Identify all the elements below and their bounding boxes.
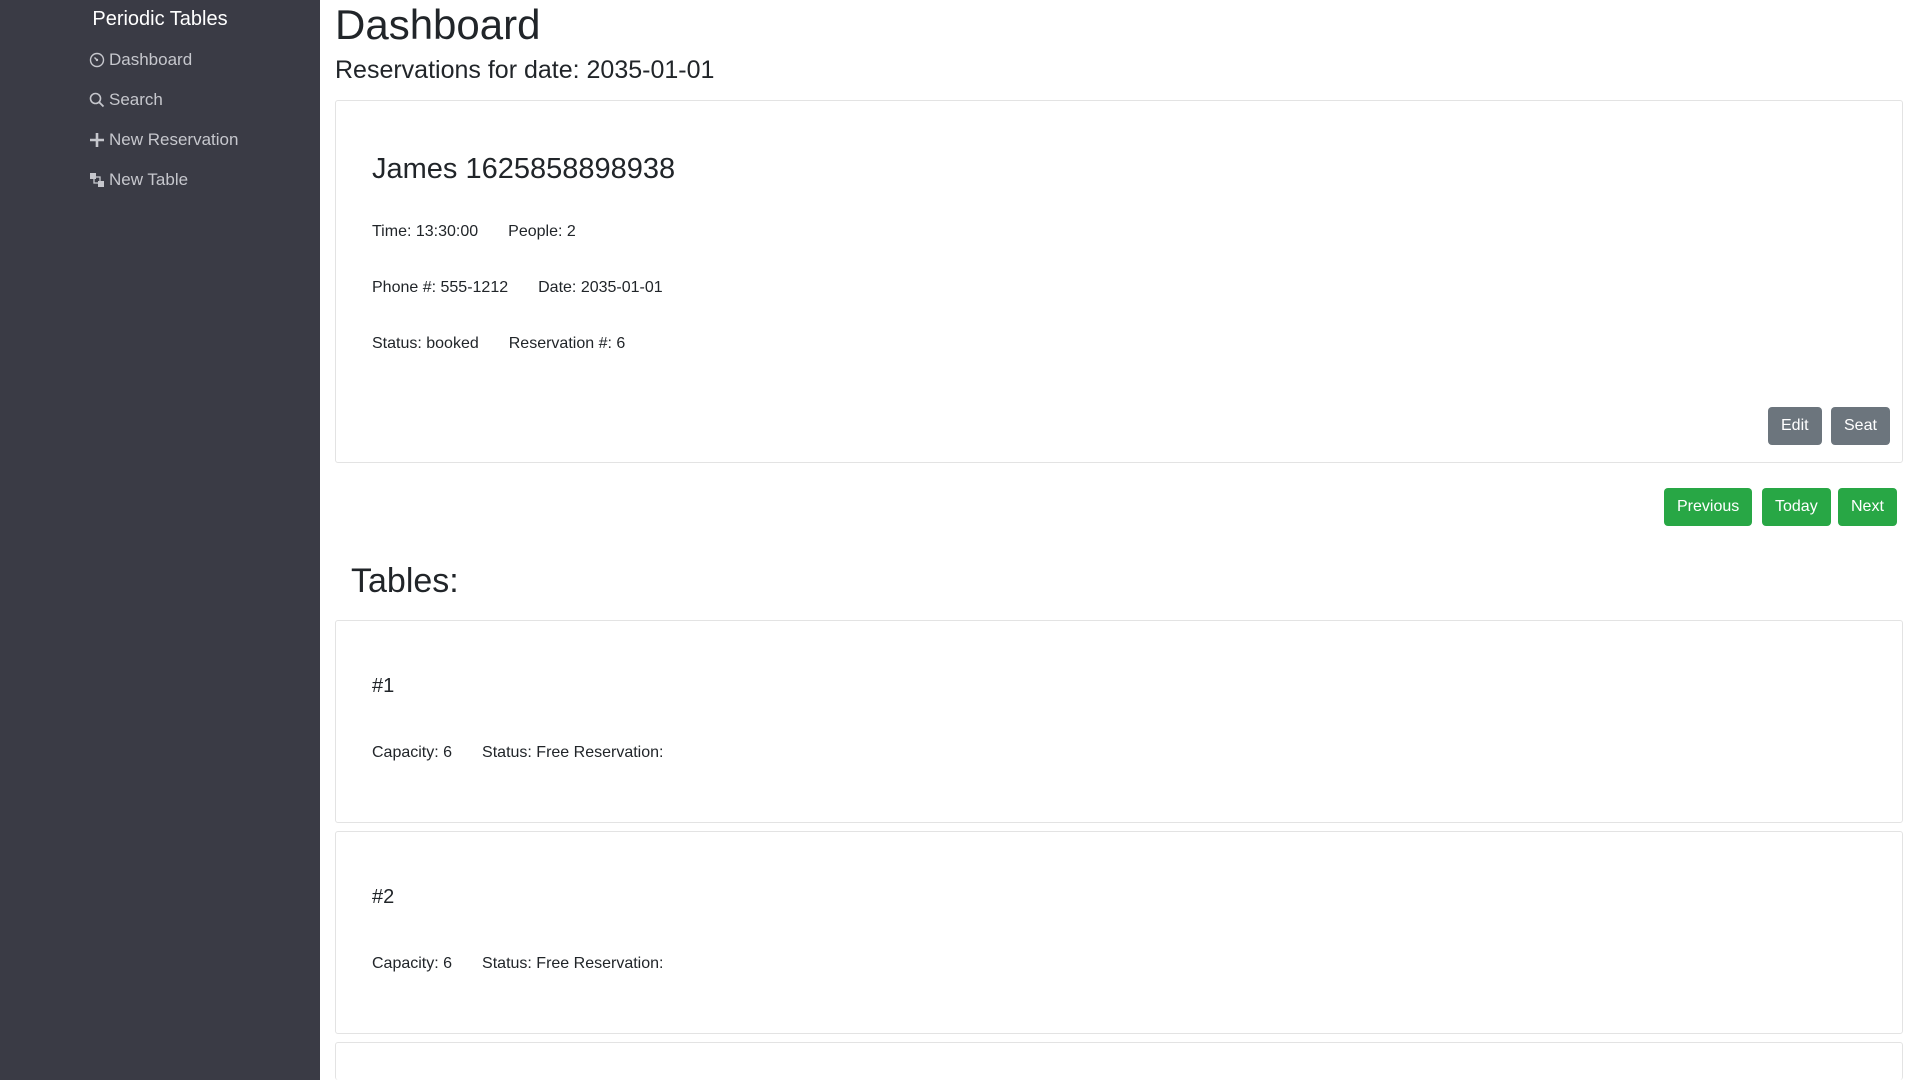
sidebar-item-label: New Table: [109, 170, 189, 189]
reservation-row-time: Time: 13:30:00 People: 2: [372, 222, 576, 242]
reservation-phone: Phone #: 555-1212: [372, 279, 509, 296]
reservation-row-status: Status: booked Reservation #: 6: [372, 334, 625, 354]
reservation-card: James 1625858898938 Time: 13:30:00 People…: [335, 100, 1903, 463]
sidebar-item-new-table[interactable]: New Table: [88, 170, 188, 190]
main-content: Dashboard Reservations for date: 2035-01…: [335, 0, 1905, 1080]
reservation-row-phone: Phone #: 555-1212 Date: 2035-01-01: [372, 278, 663, 298]
today-button[interactable]: Today: [1762, 488, 1831, 526]
reservation-date: Date: 2035-01-01: [538, 279, 663, 296]
reservations-date-heading: Reservations for date: 2035-01-01: [335, 56, 715, 84]
sidebar-item-label: Dashboard: [109, 50, 193, 69]
table-card-partial: [335, 1042, 1903, 1080]
sidebar-item-label: New Reservation: [109, 130, 239, 149]
sidebar-item-new-reservation[interactable]: New Reservation: [88, 130, 238, 150]
reservation-number: Reservation #: 6: [508, 335, 626, 352]
next-date-button[interactable]: Next: [1838, 488, 1897, 526]
reservation-people: People: 2: [508, 223, 576, 240]
page-title: Dashboard: [335, 1, 541, 48]
tables-heading: Tables:: [351, 562, 459, 600]
table-details: Capacity: 6 Status: Free Reservation:: [372, 743, 663, 763]
dashboard-icon: [88, 51, 106, 69]
sidebar-item-dashboard[interactable]: Dashboard: [88, 50, 192, 70]
sidebar-item-label: Search: [109, 90, 163, 109]
seat-button[interactable]: Seat: [1831, 407, 1890, 445]
reservation-status: Status: booked: [372, 335, 479, 352]
table-number: #1: [372, 675, 395, 697]
search-icon: [88, 91, 106, 109]
sidebar-item-search[interactable]: Search: [88, 90, 163, 110]
reservation-time: Time: 13:30:00: [372, 223, 479, 240]
sidebar: Periodic Tables Dashboard Search New Res…: [0, 0, 320, 1080]
table-number: #2: [372, 886, 395, 908]
new-table-icon: [88, 171, 106, 189]
table-capacity: Capacity: 6: [372, 744, 453, 761]
table-capacity: Capacity: 6: [372, 955, 453, 972]
table-details: Capacity: 6 Status: Free Reservation:: [372, 954, 663, 974]
edit-button[interactable]: Edit: [1768, 407, 1822, 445]
previous-date-button[interactable]: Previous: [1664, 488, 1753, 526]
plus-icon: [88, 131, 106, 149]
table-card: #2 Capacity: 6 Status: Free Reservation:: [335, 831, 1903, 1034]
table-card: #1 Capacity: 6 Status: Free Reservation:: [335, 620, 1903, 823]
reservation-name: James 1625858898938: [372, 153, 676, 185]
table-status: Status: Free Reservation:: [482, 744, 664, 761]
brand-title[interactable]: Periodic Tables: [0, 8, 320, 31]
table-status: Status: Free Reservation:: [482, 955, 664, 972]
